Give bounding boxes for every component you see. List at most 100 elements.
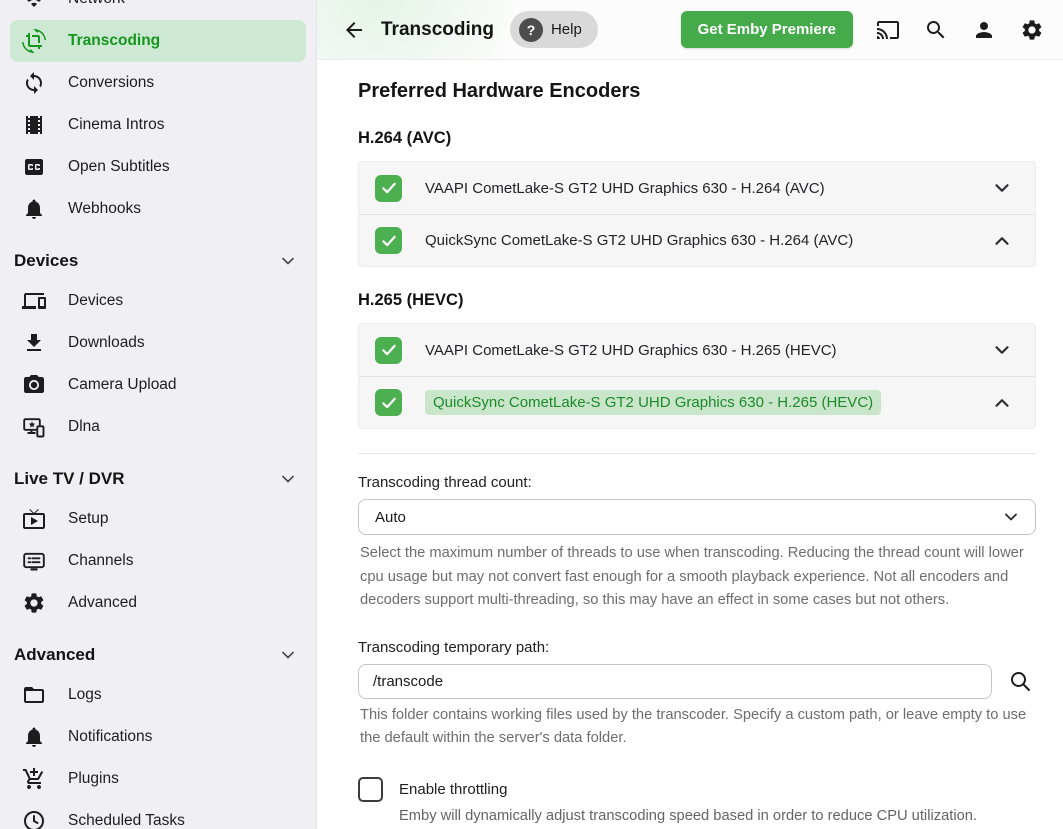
gear-icon [22,591,46,615]
live-tv-icon [22,507,46,531]
divider [358,453,1036,454]
sidebar-item-label: Advanced [68,594,137,612]
throttling-help: Emby will dynamically adjust transcoding… [399,805,1036,828]
cart-plus-icon [22,767,46,791]
encoder-label: VAAPI CometLake-S GT2 UHD Graphics 630 -… [425,342,991,359]
encoder-row[interactable]: VAAPI CometLake-S GT2 UHD Graphics 630 -… [359,324,1035,376]
chevron-up-icon[interactable] [991,392,1013,414]
sidebar-section-advanced[interactable]: Advanced [0,636,316,674]
bell-icon [22,725,46,749]
user-icon[interactable] [971,17,997,43]
folder-icon [22,683,46,707]
temp-path-input[interactable] [358,664,992,699]
sidebar-item-open-subtitles[interactable]: Open Subtitles [0,146,316,188]
sidebar-item-label: Conversions [68,74,154,92]
sidebar-section-devices[interactable]: Devices [0,242,316,280]
encoder-label-highlighted: QuickSync CometLake-S GT2 UHD Graphics 6… [425,390,881,415]
sidebar-item-devices[interactable]: Devices [0,280,316,322]
header-icon-group [853,17,1045,43]
sidebar-item-scheduled-tasks[interactable]: Scheduled Tasks [0,800,316,829]
sidebar-item-label: Dlna [68,418,100,436]
sidebar-item-label: Webhooks [68,200,141,218]
sidebar-item-notifications[interactable]: Notifications [0,716,316,758]
temp-path-label: Transcoding temporary path: [358,639,1036,656]
get-emby-premiere-button[interactable]: Get Emby Premiere [681,11,853,48]
help-button-label: Help [551,21,582,38]
checkbox-checked-icon[interactable] [375,337,402,364]
back-button[interactable] [341,17,367,43]
checkbox-checked-icon[interactable] [375,175,402,202]
sidebar-item-label: Transcoding [68,32,160,50]
question-mark-icon: ? [519,18,543,42]
thread-count-select[interactable]: Auto [358,499,1036,535]
chevron-down-icon [278,251,298,271]
checkbox-checked-icon[interactable] [375,227,402,254]
sidebar-item-label: Cinema Intros [68,116,164,134]
sidebar-item-cinema-intros[interactable]: Cinema Intros [0,104,316,146]
checkbox-checked-icon[interactable] [375,389,402,416]
sidebar-section-label: Advanced [14,645,95,665]
sidebar-item-conversions[interactable]: Conversions [0,62,316,104]
encoder-row[interactable]: VAAPI CometLake-S GT2 UHD Graphics 630 -… [359,162,1035,214]
throttling-checkbox[interactable] [358,777,383,802]
tv-list-icon [22,549,46,573]
sidebar-item-label: Open Subtitles [68,158,170,176]
page-heading: Preferred Hardware Encoders [358,80,1036,103]
sidebar-item-downloads[interactable]: Downloads [0,322,316,364]
sidebar-item-network[interactable]: Network [0,0,316,20]
encoder-row[interactable]: QuickSync CometLake-S GT2 UHD Graphics 6… [359,214,1035,266]
thread-count-label: Transcoding thread count: [358,474,1036,491]
crop-rotate-icon [22,29,46,53]
sidebar-item-dlna[interactable]: Dlna [0,406,316,448]
chevron-down-icon[interactable] [991,339,1013,361]
sidebar-item-channels[interactable]: Channels [0,540,316,582]
chevron-down-icon [278,645,298,665]
sidebar-item-camera-upload[interactable]: Camera Upload [0,364,316,406]
sidebar-item-label: Camera Upload [68,376,177,394]
help-button[interactable]: ? Help [510,11,598,48]
throttling-label: Enable throttling [399,781,507,798]
app-window: Network Transcoding Conversions Cinema I… [0,0,1063,829]
filmstrip-icon [22,113,46,137]
sidebar-item-livetv-advanced[interactable]: Advanced [0,582,316,624]
cast-icon[interactable] [875,17,901,43]
sidebar-item-webhooks[interactable]: Webhooks [0,188,316,230]
encoder-card-h264: VAAPI CometLake-S GT2 UHD Graphics 630 -… [358,161,1036,267]
sidebar-item-logs[interactable]: Logs [0,674,316,716]
gear-icon[interactable] [1019,17,1045,43]
cast-star-icon [22,415,46,439]
page-title: Transcoding [381,19,494,41]
chevron-down-icon [1001,507,1021,527]
sidebar-item-label: Network [68,0,125,8]
chevron-down-icon[interactable] [991,177,1013,199]
codec-heading-h265: H.265 (HEVC) [358,291,1036,310]
encoder-row[interactable]: QuickSync CometLake-S GT2 UHD Graphics 6… [359,376,1035,428]
temp-path-help: This folder contains working files used … [358,704,1036,751]
sidebar-section-label: Live TV / DVR [14,469,125,489]
settings-content: Preferred Hardware Encoders H.264 (AVC) … [317,60,1063,829]
encoder-card-h265: VAAPI CometLake-S GT2 UHD Graphics 630 -… [358,323,1036,429]
browse-search-icon[interactable] [1008,669,1032,693]
sidebar-section-livetv[interactable]: Live TV / DVR [0,460,316,498]
search-icon[interactable] [923,17,949,43]
sidebar-item-label: Setup [68,510,109,528]
sidebar-item-label: Scheduled Tasks [68,812,185,829]
chevron-up-icon[interactable] [991,230,1013,252]
wifi-icon [22,0,46,11]
sidebar-item-label: Notifications [68,728,152,746]
temp-path-row [358,664,1036,699]
sidebar-item-label: Channels [68,552,134,570]
bell-icon [22,197,46,221]
sidebar-item-label: Devices [68,292,123,310]
sidebar-section-label: Devices [14,251,78,271]
throttling-row: Enable throttling [358,777,1036,802]
sidebar-item-plugins[interactable]: Plugins [0,758,316,800]
codec-heading-h264: H.264 (AVC) [358,129,1036,148]
devices-icon [22,289,46,313]
sync-icon [22,71,46,95]
closed-caption-icon [22,155,46,179]
download-icon [22,331,46,355]
sidebar-item-label: Downloads [68,334,145,352]
sidebar-item-setup[interactable]: Setup [0,498,316,540]
sidebar-item-transcoding[interactable]: Transcoding [10,20,306,62]
